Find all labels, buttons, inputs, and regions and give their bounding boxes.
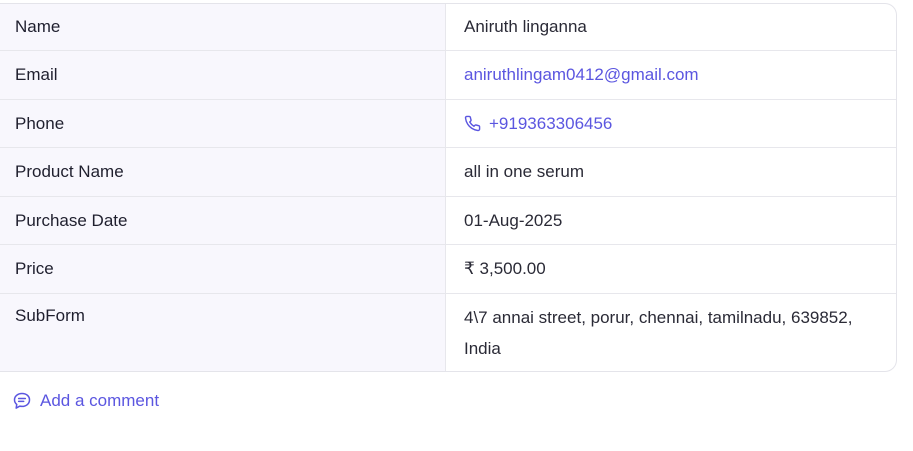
email-link[interactable]: aniruthlingam0412@gmail.com — [464, 65, 699, 85]
table-row: SubForm 4\7 annai street, porur, chennai… — [0, 294, 896, 371]
email-value-cell: aniruthlingam0412@gmail.com — [446, 51, 896, 99]
table-row: Price ₹ 3,500.00 — [0, 245, 896, 294]
email-label: Email — [0, 51, 446, 99]
name-label: Name — [0, 4, 446, 50]
price-value: ₹ 3,500.00 — [464, 259, 546, 278]
subform-label: SubForm — [0, 294, 446, 371]
price-label: Price — [0, 245, 446, 293]
details-table: Name Aniruth linganna Email aniruthlinga… — [0, 3, 897, 372]
phone-icon — [464, 115, 481, 132]
purchase-date-value: 01-Aug-2025 — [464, 210, 563, 230]
table-row: Email aniruthlingam0412@gmail.com — [0, 51, 896, 100]
phone-link[interactable]: +919363306456 — [464, 114, 612, 134]
table-row: Name Aniruth linganna — [0, 4, 896, 51]
table-row: Product Name all in one serum — [0, 148, 896, 197]
add-comment-label: Add a comment — [40, 391, 160, 410]
phone-label: Phone — [0, 100, 446, 147]
table-row: Phone +919363306456 — [0, 100, 896, 148]
purchase-date-label: Purchase Date — [0, 197, 446, 244]
add-comment-button[interactable]: Add a comment — [12, 391, 159, 411]
comment-icon — [12, 391, 32, 411]
phone-value-cell: +919363306456 — [446, 100, 896, 147]
phone-value: +919363306456 — [489, 113, 613, 133]
subform-value: 4\7 annai street, porur, chennai, tamiln… — [464, 308, 853, 358]
name-value: Aniruth linganna — [464, 17, 587, 36]
product-name-label: Product Name — [0, 148, 446, 196]
product-name-value: all in one serum — [464, 162, 585, 181]
table-row: Purchase Date 01-Aug-2025 — [0, 197, 896, 245]
